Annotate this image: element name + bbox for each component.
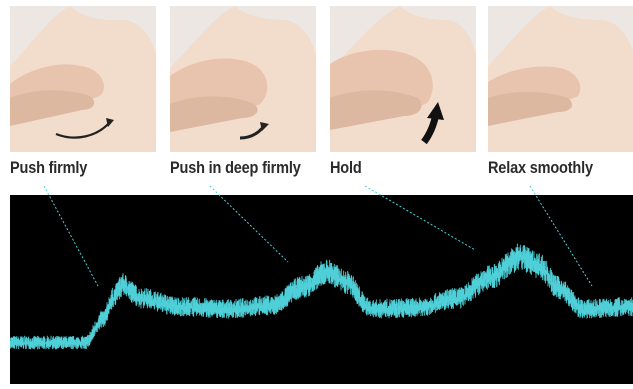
massage-photo-strip (0, 0, 633, 152)
photo-push-in-deep-firmly (170, 6, 316, 152)
photo-push-firmly (10, 6, 156, 152)
waveform-path (9, 243, 633, 350)
waveform-display (9, 195, 633, 384)
step-labels: Push firmly Push in deep firmly Hold Rel… (0, 152, 633, 192)
photo-relax-smoothly (488, 6, 633, 152)
waveform-svg (9, 243, 633, 350)
step-label-hold: Hold (330, 159, 362, 177)
step-label-push-in-deep-firmly: Push in deep firmly (170, 159, 301, 177)
waveform-trace (9, 243, 633, 350)
photo-hold (330, 6, 476, 152)
step-label-push-firmly: Push firmly (10, 159, 88, 177)
step-label-relax-smoothly: Relax smoothly (488, 159, 593, 177)
